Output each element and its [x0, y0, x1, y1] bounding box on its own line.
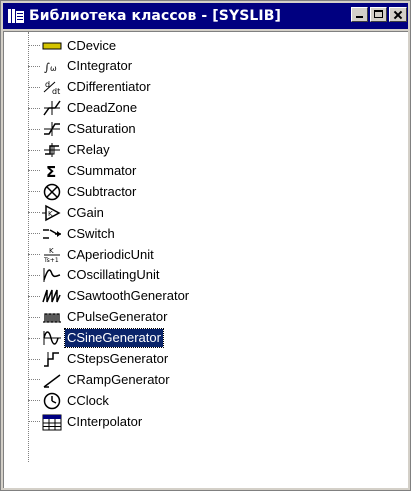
- tree-connector: [28, 337, 40, 339]
- saturation-icon: [42, 120, 62, 138]
- relay-icon: [42, 141, 62, 159]
- tree-item[interactable]: CClock: [28, 390, 111, 411]
- tree-connector: [28, 295, 40, 297]
- tree-item[interactable]: ∫ ω CIntegrator: [28, 56, 134, 77]
- class-library-window: Библиотека классов - [SYSLIB] CDevice ∫ ω C…: [0, 0, 411, 491]
- tree-item[interactable]: K CGain: [28, 202, 106, 223]
- oscillating-icon: [42, 266, 62, 284]
- device-icon: [42, 37, 62, 55]
- tree-item[interactable]: CSubtractor: [28, 181, 138, 202]
- close-button[interactable]: [389, 7, 407, 22]
- minimize-button[interactable]: [351, 7, 368, 22]
- sigma-icon: Σ: [42, 162, 62, 180]
- tree-connector: [28, 274, 40, 276]
- tree-connector: [28, 107, 40, 109]
- tree-connector: [28, 45, 40, 46]
- tree-item[interactable]: CRelay: [28, 140, 112, 161]
- tree-connector: [28, 254, 40, 255]
- tree-item-label: CIntegrator: [67, 58, 133, 74]
- svg-text:Σ: Σ: [46, 163, 56, 180]
- aperiodic-icon: K Ts+1: [42, 246, 62, 264]
- switch-icon: [42, 225, 62, 243]
- tree-item-label: CStepsGenerator: [67, 351, 169, 366]
- gain-icon: K: [42, 204, 62, 222]
- clock-icon: [42, 392, 62, 410]
- tree-item-label: CGain: [67, 204, 104, 220]
- svg-text:dt: dt: [52, 87, 60, 96]
- ramp-icon: [42, 371, 62, 389]
- subtractor-icon: [42, 183, 62, 201]
- table-icon: [42, 413, 62, 431]
- tree-item-label: CSubtractor: [67, 183, 137, 199]
- maximize-button[interactable]: [370, 7, 387, 22]
- tree-item[interactable]: d dt CDifferentiator: [28, 77, 153, 98]
- sawtooth-icon: [42, 287, 62, 305]
- svg-text:K: K: [49, 247, 54, 255]
- tree-item-label: CDeadZone: [67, 100, 138, 116]
- tree-connector: [28, 233, 40, 235]
- differentiator-icon: d dt: [42, 78, 62, 96]
- tree-item[interactable]: CStepsGenerator: [28, 349, 170, 370]
- tree-item[interactable]: CSawtoothGenerator: [28, 286, 191, 307]
- tree-item[interactable]: Σ CSummator: [28, 160, 138, 181]
- pulse-icon: [42, 308, 62, 326]
- tree-item-label: CRampGenerator: [67, 371, 170, 387]
- library-icon: [7, 8, 25, 24]
- tree-connector: [28, 358, 40, 360]
- tree-connector: [28, 400, 40, 402]
- tree-item[interactable]: CDeadZone: [28, 98, 139, 119]
- tree-item[interactable]: CSaturation: [28, 119, 138, 140]
- deadzone-icon: [42, 99, 62, 117]
- tree-connector: [28, 191, 40, 193]
- tree-item[interactable]: CDevice: [28, 35, 118, 56]
- integrator-icon: ∫ ω: [42, 57, 62, 75]
- tree-item-label: CSwitch: [67, 225, 115, 241]
- window-title: Библиотека классов - [SYSLIB]: [29, 8, 282, 24]
- tree-item[interactable]: CSineGenerator: [28, 328, 164, 349]
- tree-item[interactable]: K Ts+1 CAperiodicUnit: [28, 244, 156, 265]
- steps-icon: [42, 350, 62, 368]
- tree-connector: [28, 65, 40, 67]
- tree-item[interactable]: CRampGenerator: [28, 369, 172, 390]
- title-bar[interactable]: Библиотека классов - [SYSLIB]: [3, 3, 408, 29]
- tree-item-label: CAperiodicUnit: [67, 246, 154, 262]
- tree-item-label: CSaturation: [67, 121, 136, 137]
- tree-connector: [28, 212, 40, 214]
- tree-item-label: COscillatingUnit: [67, 267, 160, 283]
- tree-item[interactable]: CPulseGenerator: [28, 307, 169, 328]
- window-controls: [351, 7, 407, 22]
- tree-connector: [28, 128, 40, 130]
- svg-text:ω: ω: [50, 64, 57, 73]
- tree-item-label: CDifferentiator: [67, 79, 151, 95]
- tree-connector: [28, 379, 40, 381]
- tree-connector: [28, 316, 40, 318]
- tree-item[interactable]: CInterpolator: [28, 411, 144, 432]
- sine-icon: [42, 329, 62, 347]
- tree-connector: [28, 86, 40, 88]
- tree: CDevice ∫ ω CIntegrator d dt CDifferentiator CD…: [4, 32, 408, 488]
- tree-item-label: CRelay: [67, 142, 110, 157]
- tree-connector: [28, 421, 40, 423]
- tree-item[interactable]: CSwitch: [28, 223, 117, 244]
- tree-item-label: CPulseGenerator: [67, 309, 168, 325]
- tree-connector: [28, 149, 40, 151]
- tree-item[interactable]: COscillatingUnit: [28, 265, 161, 286]
- tree-item-label: CSineGenerator: [64, 328, 164, 349]
- tree-item-label: CSawtoothGenerator: [67, 288, 190, 304]
- tree-item-label: CSummator: [67, 162, 137, 178]
- svg-text:Ts+1: Ts+1: [43, 257, 59, 264]
- class-tree-view[interactable]: CDevice ∫ ω CIntegrator d dt CDifferentiator CD…: [3, 31, 408, 488]
- svg-text:K: K: [48, 210, 53, 218]
- tree-item-label: CClock: [67, 392, 109, 408]
- tree-connector: [28, 170, 40, 172]
- tree-item-label: CInterpolator: [67, 413, 143, 429]
- tree-item-label: CDevice: [67, 37, 117, 53]
